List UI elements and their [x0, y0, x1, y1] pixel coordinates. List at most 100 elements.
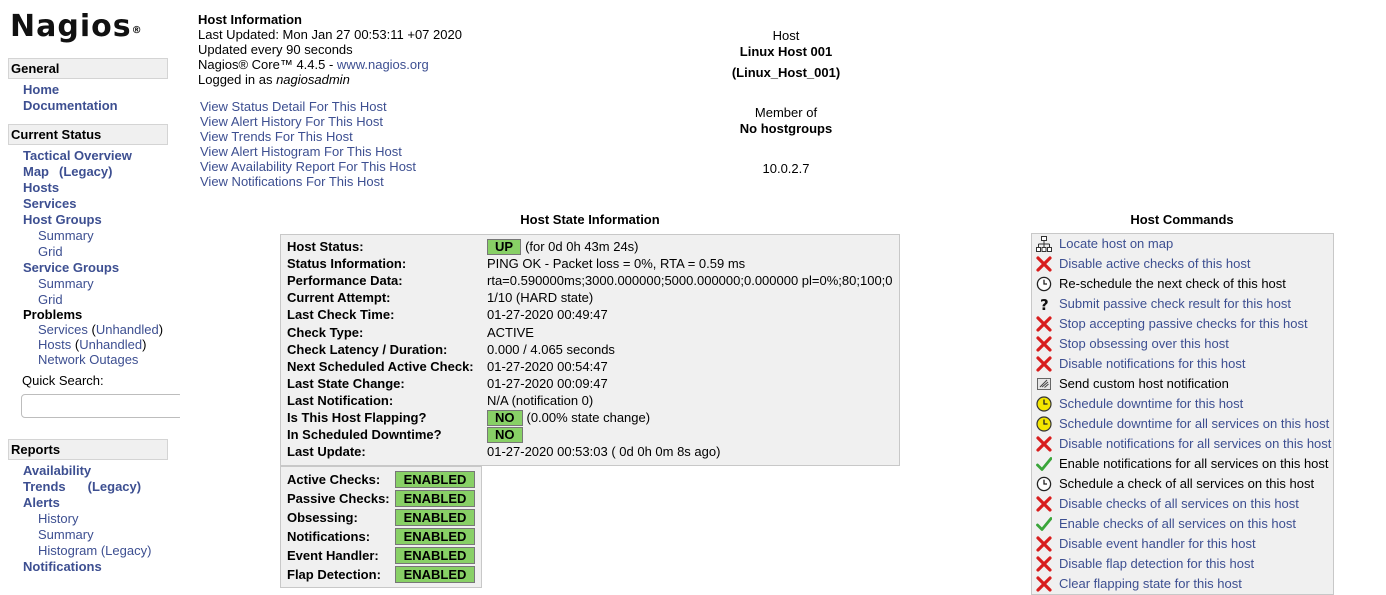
- core-version: Nagios® Core™ 4.4.5 - www.nagios.org: [198, 57, 429, 72]
- command-link[interactable]: Clear flapping state for this host: [1059, 575, 1242, 593]
- command-link[interactable]: Disable notifications for this host: [1059, 355, 1245, 373]
- command-link[interactable]: Enable checks of all services on this ho…: [1059, 515, 1296, 533]
- link-trends[interactable]: View Trends For This Host: [200, 129, 416, 144]
- nav-notifications[interactable]: Notifications: [23, 559, 102, 575]
- command-link[interactable]: Submit passive check result for this hos…: [1059, 295, 1291, 313]
- nav-alerts-histogram[interactable]: Histogram (Legacy): [38, 543, 151, 559]
- nagios-org-link[interactable]: www.nagios.org: [337, 57, 429, 72]
- enabled-badge[interactable]: ENABLED: [395, 509, 475, 526]
- nav-hostgroup-summary[interactable]: Summary: [38, 228, 94, 244]
- link-alert-histogram[interactable]: View Alert Histogram For This Host: [200, 144, 416, 159]
- command-link[interactable]: Stop accepting passive checks for this h…: [1059, 315, 1308, 333]
- clock-icon: [1036, 276, 1052, 292]
- command-link[interactable]: Disable flap detection for this host: [1059, 555, 1254, 573]
- red-x-icon: [1036, 316, 1052, 332]
- state-value: 1/10 (HARD state): [487, 290, 594, 306]
- command-link[interactable]: Schedule downtime for all services on th…: [1059, 415, 1329, 433]
- nav-host-groups[interactable]: Host Groups: [23, 212, 102, 228]
- question-mark-icon: ?: [1036, 296, 1052, 314]
- nav-trends-legacy[interactable]: (Legacy): [88, 479, 141, 494]
- notification-note-icon: [1036, 376, 1052, 392]
- red-x-icon: [1036, 576, 1052, 592]
- nav-services-unhandled[interactable]: Unhandled: [96, 322, 159, 337]
- check-key: Obsessing:: [287, 510, 358, 525]
- state-key: Performance Data:: [287, 273, 403, 289]
- link-status-detail[interactable]: View Status Detail For This Host: [200, 99, 416, 114]
- enabled-badge[interactable]: ENABLED: [395, 471, 475, 488]
- host-state-table: Host Status: UP (for 0d 0h 43m 24s) Status …: [280, 234, 900, 466]
- host-name: Linux Host 001: [739, 44, 833, 59]
- clock-icon: [1036, 476, 1052, 492]
- nav-problem-services[interactable]: Services: [38, 322, 88, 337]
- enabled-badge[interactable]: ENABLED: [395, 547, 475, 564]
- state-key: Is This Host Flapping?: [287, 410, 427, 425]
- command-link[interactable]: Schedule downtime for this host: [1059, 395, 1243, 413]
- nav-tactical-overview[interactable]: Tactical Overview: [23, 148, 132, 164]
- nav-trends[interactable]: Trends: [23, 479, 66, 494]
- command-link[interactable]: Disable active checks of this host: [1059, 255, 1250, 273]
- command-link[interactable]: Enable notifications for all services on…: [1059, 455, 1329, 473]
- state-value: UP (for 0d 0h 43m 24s): [487, 238, 639, 256]
- command-link[interactable]: Disable event handler for this host: [1059, 535, 1256, 553]
- downtime-clock-icon: [1036, 396, 1052, 412]
- check-key: Event Handler:: [287, 548, 379, 563]
- state-value: 01-27-2020 00:09:47: [487, 375, 608, 391]
- nav-trends-row: Trends (Legacy): [23, 479, 141, 495]
- nav-servicegroup-summary[interactable]: Summary: [38, 276, 94, 292]
- member-of-value: No hostgroups: [739, 121, 833, 136]
- command-link[interactable]: Schedule a check of all services on this…: [1059, 475, 1314, 493]
- command-link[interactable]: Locate host on map: [1059, 235, 1173, 253]
- nav-problem-services-row: Services (Unhandled): [38, 322, 164, 337]
- command-link[interactable]: Stop obsessing over this host: [1059, 335, 1229, 353]
- nav-home[interactable]: Home: [23, 82, 59, 98]
- nav-map-row: Map (Legacy): [23, 164, 112, 180]
- nav-map-legacy[interactable]: (Legacy): [59, 164, 112, 179]
- check-key: Flap Detection:: [287, 567, 381, 582]
- state-key: Current Attempt:: [287, 290, 391, 306]
- nav-alerts-history[interactable]: History: [38, 511, 78, 527]
- link-availability-report[interactable]: View Availability Report For This Host: [200, 159, 416, 174]
- nav-problem-hosts[interactable]: Hosts: [38, 337, 71, 352]
- nav-services[interactable]: Services: [23, 196, 77, 212]
- nav-hosts[interactable]: Hosts: [23, 180, 59, 196]
- nav-servicegroup-grid[interactable]: Grid: [38, 292, 63, 308]
- host-commands-title: Host Commands: [1130, 212, 1234, 227]
- command-link[interactable]: Disable notifications for all services o…: [1059, 435, 1331, 453]
- enabled-badge[interactable]: ENABLED: [395, 566, 475, 583]
- state-key: Last Check Time:: [287, 307, 395, 323]
- enabled-badge[interactable]: ENABLED: [395, 528, 475, 545]
- command-link[interactable]: Re-schedule the next check of this host: [1059, 275, 1286, 293]
- quick-search-input[interactable]: [21, 394, 180, 418]
- nav-availability[interactable]: Availability: [23, 463, 91, 479]
- state-value: 01-27-2020 00:54:47: [487, 358, 608, 374]
- red-x-icon: [1036, 556, 1052, 572]
- nav-map[interactable]: Map: [23, 164, 49, 179]
- state-value: rta=0.590000ms;3000.000000;5000.000000;0…: [487, 273, 893, 289]
- state-key: Next Scheduled Active Check:: [287, 358, 474, 374]
- command-link[interactable]: Disable checks of all services on this h…: [1059, 495, 1299, 513]
- state-value: ACTIVE: [487, 324, 534, 340]
- nav-hostgroup-grid[interactable]: Grid: [38, 244, 63, 260]
- section-current-status: Current Status: [8, 124, 168, 145]
- command-link[interactable]: Send custom host notification: [1059, 375, 1229, 393]
- sidebar: Nagios® General Home Documentation Curre…: [0, 0, 180, 580]
- check-key: Notifications:: [287, 529, 371, 544]
- nav-alerts-summary[interactable]: Summary: [38, 527, 94, 543]
- host-address: 10.0.2.7: [762, 161, 810, 176]
- nav-network-outages[interactable]: Network Outages: [38, 352, 138, 368]
- nav-alerts[interactable]: Alerts: [23, 495, 60, 511]
- state-badge: NO: [487, 426, 523, 443]
- nagios-logo[interactable]: Nagios®: [10, 8, 143, 46]
- link-alert-history[interactable]: View Alert History For This Host: [200, 114, 416, 129]
- nav-documentation[interactable]: Documentation: [23, 98, 118, 114]
- downtime-clock-icon: [1036, 416, 1052, 432]
- red-x-icon: [1036, 256, 1052, 272]
- nav-hosts-unhandled[interactable]: Unhandled: [79, 337, 142, 352]
- red-x-icon: [1036, 436, 1052, 452]
- host-label: Host: [772, 28, 800, 43]
- check-key: Active Checks:: [287, 472, 381, 487]
- link-notifications[interactable]: View Notifications For This Host: [200, 174, 416, 189]
- enabled-badge[interactable]: ENABLED: [395, 490, 475, 507]
- nav-service-groups[interactable]: Service Groups: [23, 260, 119, 276]
- state-value: 01-27-2020 00:49:47: [487, 307, 608, 323]
